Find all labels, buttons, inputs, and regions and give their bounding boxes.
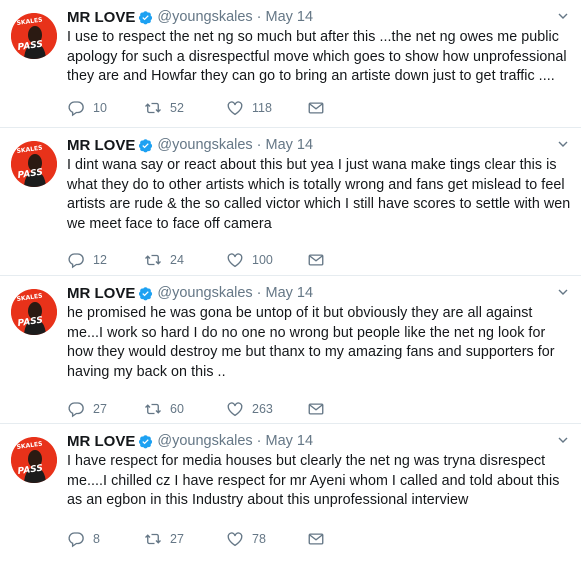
- retweet-icon: [145, 403, 161, 415]
- like-button[interactable]: 78: [226, 530, 266, 548]
- reply-button[interactable]: 12: [67, 251, 107, 269]
- direct-message-icon: [308, 254, 324, 266]
- chevron-down-icon[interactable]: [557, 10, 569, 22]
- like-count: 78: [252, 532, 266, 546]
- reply-count: 10: [93, 101, 107, 115]
- direct-message-button[interactable]: [307, 400, 325, 418]
- separator: ·: [256, 285, 262, 301]
- reply-button[interactable]: 8: [67, 530, 100, 548]
- reply-icon: [68, 253, 84, 269]
- direct-message-icon: [308, 102, 324, 114]
- tweet[interactable]: SKALES PASS MR LOVE @youngskales · May 1…: [0, 0, 581, 128]
- like-button[interactable]: 118: [226, 99, 272, 117]
- tweet-actions: 8 27 78: [67, 530, 397, 548]
- retweet-count: 24: [170, 253, 184, 267]
- retweet-count: 60: [170, 402, 184, 416]
- like-count: 118: [252, 101, 272, 115]
- avatar[interactable]: SKALES PASS: [11, 289, 57, 335]
- direct-message-button[interactable]: [307, 251, 325, 269]
- timestamp[interactable]: May 14: [266, 9, 314, 25]
- display-name[interactable]: MR LOVE: [67, 433, 135, 450]
- retweet-button[interactable]: 60: [144, 400, 184, 418]
- verified-badge-icon: [139, 286, 153, 300]
- tweet[interactable]: SKALES PASS MR LOVE @youngskales · May 1…: [0, 424, 581, 561]
- tweet-actions: 10 52 118: [67, 99, 397, 117]
- like-count: 100: [252, 253, 273, 267]
- chevron-down-icon[interactable]: [557, 434, 569, 446]
- like-icon: [227, 532, 243, 547]
- display-name[interactable]: MR LOVE: [67, 285, 135, 302]
- like-icon: [227, 402, 243, 417]
- avatar-image: SKALES PASS: [11, 13, 57, 59]
- reply-button[interactable]: 27: [67, 400, 107, 418]
- chevron-down-icon[interactable]: [557, 138, 569, 150]
- display-name[interactable]: MR LOVE: [67, 137, 135, 154]
- reply-count: 8: [93, 532, 100, 546]
- direct-message-button[interactable]: [307, 99, 325, 117]
- reply-button[interactable]: 10: [67, 99, 107, 117]
- like-count: 263: [252, 402, 273, 416]
- retweet-count: 52: [170, 101, 184, 115]
- direct-message-icon: [308, 403, 324, 415]
- like-icon: [227, 253, 243, 268]
- tweet-text: I use to respect the net ng so much but …: [67, 29, 567, 84]
- reply-icon: [68, 101, 84, 117]
- reply-icon: [68, 402, 84, 418]
- avatar[interactable]: SKALES PASS: [11, 141, 57, 187]
- verified-badge-icon: [139, 138, 153, 152]
- timestamp[interactable]: May 14: [266, 137, 314, 153]
- separator: ·: [256, 433, 262, 449]
- reply-count: 12: [93, 253, 107, 267]
- timestamp[interactable]: May 14: [266, 433, 314, 449]
- retweet-button[interactable]: 27: [144, 530, 184, 548]
- retweet-icon: [145, 102, 161, 114]
- timestamp[interactable]: May 14: [266, 285, 314, 301]
- direct-message-icon: [308, 533, 324, 545]
- handle[interactable]: @youngskales: [157, 285, 252, 301]
- tweet[interactable]: SKALES PASS MR LOVE @youngskales · May 1…: [0, 276, 581, 424]
- tweet-text: I have respect for media houses but clea…: [67, 453, 560, 508]
- separator: ·: [256, 9, 262, 25]
- like-button[interactable]: 100: [226, 251, 273, 269]
- avatar[interactable]: SKALES PASS: [11, 437, 57, 483]
- avatar[interactable]: SKALES PASS: [11, 13, 57, 59]
- display-name[interactable]: MR LOVE: [67, 9, 135, 26]
- handle[interactable]: @youngskales: [157, 9, 252, 25]
- reply-icon: [68, 532, 84, 548]
- handle[interactable]: @youngskales: [157, 137, 252, 153]
- like-icon: [227, 101, 243, 116]
- avatar-image: SKALES PASS: [11, 289, 57, 335]
- tweet-actions: 12 24 100: [67, 251, 397, 269]
- avatar-image: SKALES PASS: [11, 437, 57, 483]
- verified-badge-icon: [139, 10, 153, 24]
- avatar-image: SKALES PASS: [11, 141, 57, 187]
- retweet-button[interactable]: 24: [144, 251, 184, 269]
- tweet-text: I dint wana say or react about this but …: [67, 157, 571, 232]
- retweet-icon: [145, 533, 161, 545]
- tweet-text: he promised he was gona be untop of it b…: [67, 305, 555, 380]
- retweet-button[interactable]: 52: [144, 99, 184, 117]
- retweet-icon: [145, 254, 161, 266]
- retweet-count: 27: [170, 532, 184, 546]
- tweet[interactable]: SKALES PASS MR LOVE @youngskales · May 1…: [0, 128, 581, 276]
- verified-badge-icon: [139, 434, 153, 448]
- chevron-down-icon[interactable]: [557, 286, 569, 298]
- tweet-feed: SKALES PASS MR LOVE @youngskales · May 1…: [0, 0, 581, 561]
- handle[interactable]: @youngskales: [157, 433, 252, 449]
- separator: ·: [256, 137, 262, 153]
- tweet-actions: 27 60 263: [67, 400, 397, 418]
- like-button[interactable]: 263: [226, 400, 273, 418]
- reply-count: 27: [93, 402, 107, 416]
- direct-message-button[interactable]: [307, 530, 325, 548]
